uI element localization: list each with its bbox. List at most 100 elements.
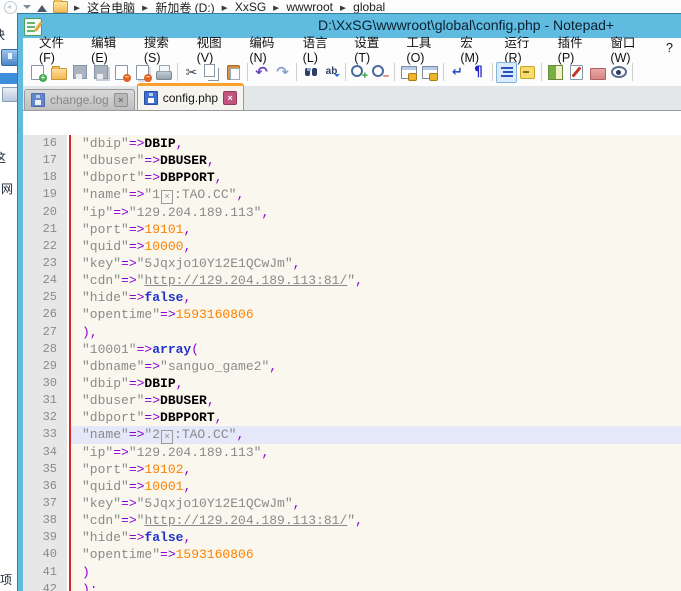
paste-icon[interactable] <box>223 62 244 83</box>
sync-horizontal-icon[interactable] <box>419 62 440 83</box>
code-editor[interactable]: 16"dbip"=>DBIP,17"dbuser"=>DBUSER,18"dbp… <box>23 135 681 591</box>
close-all-icon[interactable] <box>132 62 153 83</box>
breadcrumb-item[interactable]: wwwroot <box>286 0 333 14</box>
code-line[interactable]: 21"port"=>19101, <box>23 221 681 238</box>
code-token: "quid" <box>82 479 129 494</box>
code-line[interactable]: 33"name"=>"2×:TAO.CC", <box>23 426 681 443</box>
word-wrap-icon[interactable] <box>447 62 468 83</box>
code-line[interactable]: 30"dbip"=>DBIP, <box>23 375 681 392</box>
code-text: "cdn"=>"http://129.204.189.113:81/", <box>71 272 681 289</box>
back-icon[interactable] <box>4 1 17 14</box>
close-icon[interactable]: × <box>114 93 128 107</box>
undo-icon[interactable] <box>251 62 272 83</box>
line-number: 22 <box>23 238 67 255</box>
zoom-out-icon[interactable] <box>370 62 391 83</box>
code-line[interactable]: 32"dbport"=>DBPPORT, <box>23 409 681 426</box>
code-text: "10001"=>array( <box>71 341 681 358</box>
close-icon[interactable]: × <box>223 91 237 105</box>
code-line[interactable]: 38"cdn"=>"http://129.204.189.113:81/", <box>23 512 681 529</box>
code-token: "10001" <box>82 342 137 357</box>
code-token: "quid" <box>82 239 129 254</box>
code-line[interactable]: 24"cdn"=>"http://129.204.189.113:81/", <box>23 272 681 289</box>
code-line[interactable]: 20"ip"=>"129.204.189.113", <box>23 204 681 221</box>
line-number: 17 <box>23 152 67 169</box>
line-number: 32 <box>23 409 67 426</box>
code-token: "opentime" <box>82 547 160 562</box>
line-number: 31 <box>23 392 67 409</box>
breadcrumb-item[interactable]: XxSG <box>235 0 266 14</box>
code-token: "hide" <box>82 530 129 545</box>
document-tab[interactable]: change.log × <box>24 89 135 110</box>
code-token: , <box>355 513 363 528</box>
code-line[interactable]: 41) <box>23 564 681 581</box>
this-pc-fragment[interactable]: 这 <box>0 149 9 164</box>
status-items-fragment: 项 <box>0 571 13 586</box>
document-tab[interactable]: config.php× <box>137 83 244 110</box>
code-line[interactable]: 31"dbuser"=>DBUSER, <box>23 392 681 409</box>
code-line[interactable]: 19"name"=>"1×:TAO.CC", <box>23 186 681 203</box>
up-icon[interactable] <box>37 0 47 12</box>
code-token: false <box>144 530 183 545</box>
line-number: 42 <box>23 581 67 591</box>
code-line[interactable]: 40"opentime"=>1593160806 <box>23 546 681 563</box>
sync-vertical-icon[interactable] <box>398 62 419 83</box>
code-line[interactable]: 35"port"=>19102, <box>23 461 681 478</box>
grid-icon[interactable] <box>2 87 19 102</box>
toolbar-separator <box>541 63 542 81</box>
code-token: "2 <box>144 427 160 442</box>
code-token: "ip" <box>82 445 113 460</box>
save-all-icon[interactable] <box>90 62 111 83</box>
line-number: 25 <box>23 289 67 306</box>
preview-icon[interactable] <box>608 62 629 83</box>
network-fragment[interactable]: 网 <box>1 180 15 195</box>
toolbar-group <box>251 62 293 83</box>
replace-icon[interactable] <box>321 62 342 83</box>
close-icon[interactable] <box>111 62 132 83</box>
code-line[interactable]: 26"opentime"=>1593160806 <box>23 306 681 323</box>
zoom-in-icon[interactable] <box>349 62 370 83</box>
code-line[interactable]: 27), <box>23 324 681 341</box>
code-line[interactable]: 29"dbname"=>"sanguo_game2", <box>23 358 681 375</box>
code-line[interactable]: 36"quid"=>10001, <box>23 478 681 495</box>
find-icon[interactable] <box>300 62 321 83</box>
open-file-icon[interactable] <box>48 62 69 83</box>
code-line[interactable]: 37"key"=>"5Jqxjo10Y12E1QCwJm", <box>23 495 681 512</box>
new-file-icon[interactable] <box>27 62 48 83</box>
indent-guide-icon[interactable] <box>496 62 517 83</box>
line-number: 33 <box>23 426 67 443</box>
toolbar-separator <box>345 63 346 81</box>
code-token: => <box>113 205 129 220</box>
toolbar-separator <box>247 63 248 81</box>
save-icon[interactable] <box>69 62 90 83</box>
code-token: => <box>160 307 176 322</box>
code-token: => <box>160 547 176 562</box>
code-line[interactable]: 18"dbport"=>DBPPORT, <box>23 169 681 186</box>
code-line[interactable]: 25"hide"=>false, <box>23 289 681 306</box>
code-line[interactable]: 39"hide"=>false, <box>23 529 681 546</box>
code-text: "dbuser"=>DBUSER, <box>71 152 681 169</box>
code-token: "dbip" <box>82 376 129 391</box>
show-all-chars-icon[interactable] <box>468 62 489 83</box>
breadcrumb-item[interactable]: global <box>353 0 385 14</box>
code-line[interactable]: 28"10001"=>array( <box>23 341 681 358</box>
print-icon[interactable] <box>153 62 174 83</box>
function-hint-icon[interactable] <box>517 62 538 83</box>
line-number: 36 <box>23 478 67 495</box>
copy-icon[interactable] <box>202 62 223 83</box>
tab-label: change.log <box>50 93 109 107</box>
code-line[interactable]: 17"dbuser"=>DBUSER, <box>23 152 681 169</box>
code-line[interactable]: 34"ip"=>"129.204.189.113", <box>23 444 681 461</box>
cut-icon[interactable] <box>181 62 202 83</box>
run-macro-icon[interactable] <box>566 62 587 83</box>
code-token: => <box>121 256 137 271</box>
explorer-sidebar-fragment[interactable]: 快 <box>0 26 9 41</box>
code-line[interactable]: 42); <box>23 581 681 591</box>
document-map-icon[interactable] <box>545 62 566 83</box>
code-line[interactable]: 16"dbip"=>DBIP, <box>23 135 681 152</box>
project-panel-icon[interactable] <box>587 62 608 83</box>
code-line[interactable]: 22"quid"=>10000, <box>23 238 681 255</box>
chevron-down-icon[interactable] <box>23 5 31 13</box>
code-line[interactable]: 23"key"=>"5Jqxjo10Y12E1QCwJm", <box>23 255 681 272</box>
redo-icon[interactable] <box>272 62 293 83</box>
menu-item[interactable]: ? <box>658 39 681 57</box>
